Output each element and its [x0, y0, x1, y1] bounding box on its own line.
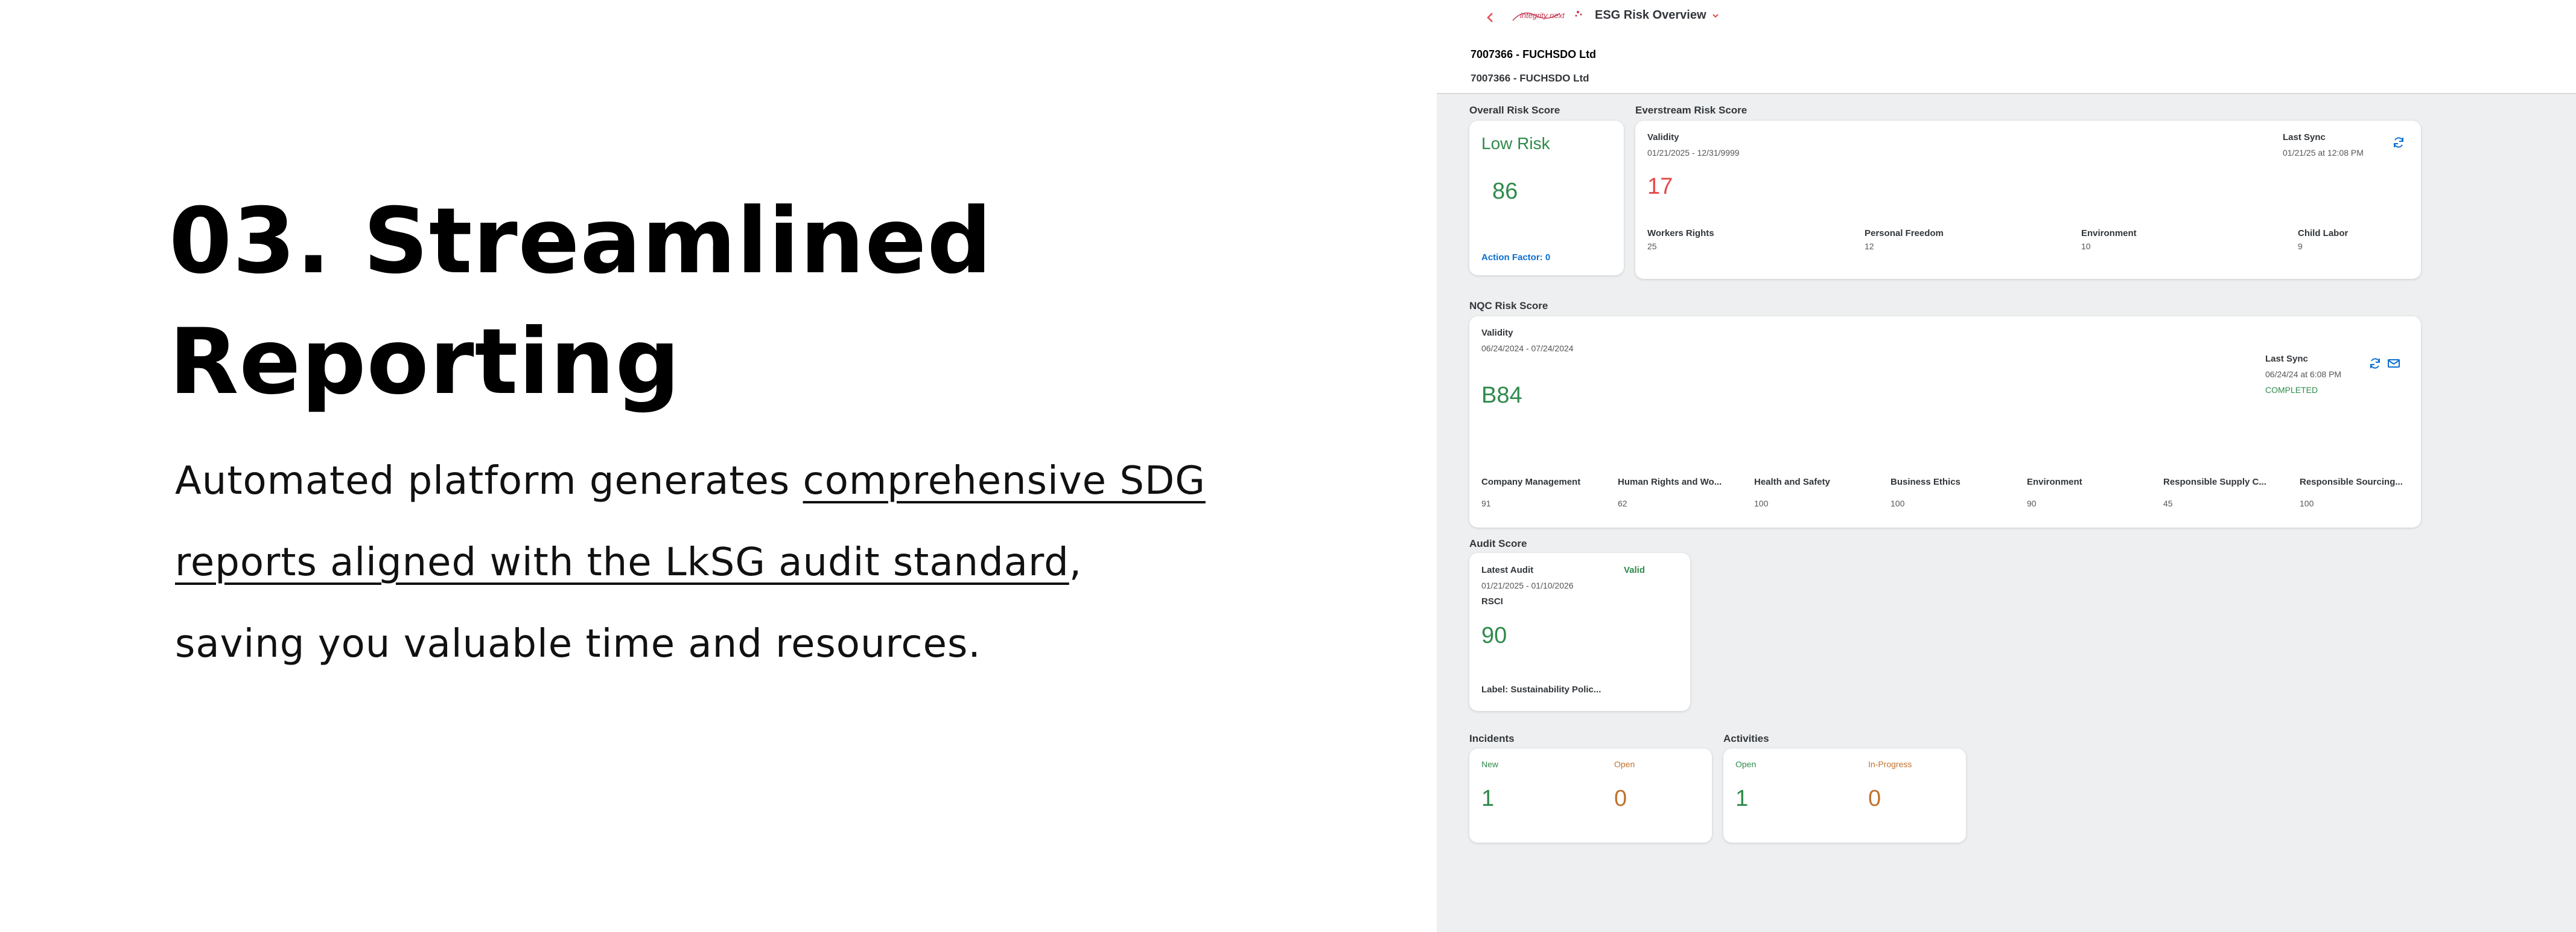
validity-value: 06/24/2024 - 07/24/2024	[1481, 343, 1574, 353]
incidents-new-value: 1	[1481, 786, 1495, 811]
incidents-new-label: New	[1481, 759, 1499, 769]
back-icon[interactable]	[1481, 8, 1499, 27]
validity-label: Validity	[1647, 132, 1679, 142]
metric-value: 100	[1754, 499, 1769, 508]
metric-value: 100	[1891, 499, 1905, 508]
refresh-icon[interactable]	[2391, 135, 2406, 150]
metric-value: 25	[1647, 241, 1657, 251]
svg-text:integrity next: integrity next	[1520, 11, 1565, 20]
description-text-start: Automated platform generates	[175, 459, 803, 503]
metric-value: 9	[2298, 241, 2303, 251]
audit-label-text: Label: Sustainability Polic...	[1481, 685, 1601, 695]
object-title: 7007366 - FUCHSDO Ltd	[1471, 48, 1597, 60]
everstream-card[interactable]: Validity 01/21/2025 - 12/31/9999 17 Last…	[1635, 121, 2421, 279]
metric-value: 100	[2300, 499, 2314, 508]
everstream-heading: Everstream Risk Score	[1635, 104, 1748, 116]
metric-label: Environment	[2081, 228, 2137, 238]
sync-status: COMPLETED	[2265, 385, 2318, 395]
metric-label: Responsible Sourcing...	[2300, 477, 2403, 487]
audit-validity-status: Valid	[1624, 565, 1646, 575]
activities-heading: Activities	[1723, 733, 1769, 744]
audit-heading: Audit Score	[1469, 538, 1527, 549]
latest-audit-label: Latest Audit	[1481, 565, 1534, 575]
metric-label: Business Ethics	[1891, 477, 1961, 487]
metric-value: 90	[2027, 499, 2037, 508]
audit-card[interactable]: Latest Audit Valid 01/21/2025 - 01/10/20…	[1469, 553, 1690, 711]
object-subtitle: 7007366 - FUCHSDO Ltd	[1471, 72, 1589, 84]
incidents-open-label: Open	[1614, 759, 1635, 769]
metric-label: Personal Freedom	[1865, 228, 1944, 238]
last-sync-label: Last Sync	[2265, 354, 2308, 364]
incidents-card[interactable]: New 1 Open 0	[1469, 748, 1712, 843]
nqc-heading: NQC Risk Score	[1469, 300, 1548, 311]
last-sync-label: Last Sync	[2283, 132, 2326, 142]
activities-open-value: 1	[1735, 786, 1749, 811]
overall-risk-heading: Overall Risk Score	[1469, 104, 1560, 116]
metric-value: 45	[2163, 499, 2173, 508]
chevron-down-icon	[1712, 13, 1719, 18]
mail-icon[interactable]	[2387, 356, 2401, 371]
metric-label: Environment	[2027, 477, 2082, 487]
activities-card[interactable]: Open 1 In-Progress 0	[1723, 748, 1966, 843]
nqc-score: B84	[1481, 383, 1522, 408]
metric-label: Workers Rights	[1647, 228, 1714, 238]
nqc-card[interactable]: Validity 06/24/2024 - 07/24/2024 B84 Las…	[1469, 316, 2421, 528]
slide-description: Automated platform generates comprehensi…	[175, 441, 1213, 685]
metric-label: Responsible Supply C...	[2163, 477, 2266, 487]
overall-score: 86	[1492, 179, 1518, 204]
metric-value: 12	[1865, 241, 1874, 251]
app-title-menu[interactable]: ESG Risk Overview	[1595, 8, 1720, 22]
audit-date-range: 01/21/2025 - 01/10/2026	[1481, 581, 1574, 590]
incidents-open-value: 0	[1614, 786, 1627, 811]
overall-risk-card[interactable]: Low Risk 86 Action Factor: 0	[1469, 121, 1624, 275]
esg-app-panel: integrity next ESG Risk Overview 7007366…	[1437, 0, 2576, 932]
risk-level-label: Low Risk	[1481, 134, 1550, 153]
metric-label: Child Labor	[2298, 228, 2349, 238]
metric-label: Health and Safety	[1754, 477, 1830, 487]
incidents-heading: Incidents	[1469, 733, 1515, 744]
validity-label: Validity	[1481, 328, 1513, 338]
metric-value: 62	[1618, 499, 1627, 508]
app-header: integrity next ESG Risk Overview 7007366…	[1437, 0, 2576, 94]
refresh-icon[interactable]	[2368, 356, 2382, 371]
last-sync-value: 01/21/25 at 12:08 PM	[2283, 148, 2364, 158]
activities-progress-value: 0	[1868, 786, 1881, 811]
everstream-score: 17	[1647, 174, 1673, 199]
metric-value: 91	[1481, 499, 1491, 508]
activities-progress-label: In-Progress	[1868, 759, 1912, 769]
activities-open-label: Open	[1735, 759, 1757, 769]
metric-label: Human Rights and Wo...	[1618, 477, 1722, 487]
action-factor-link[interactable]: Action Factor: 0	[1481, 252, 1550, 263]
metric-value: 10	[2081, 241, 2091, 251]
last-sync-value: 06/24/24 at 6:08 PM	[2265, 369, 2342, 379]
app-title-text: ESG Risk Overview	[1595, 8, 1706, 22]
audit-type: RSCI	[1481, 596, 1503, 607]
audit-score: 90	[1481, 623, 1507, 648]
slide-title: 03. Streamlined Reporting	[169, 189, 993, 415]
validity-value: 01/21/2025 - 12/31/9999	[1647, 148, 1740, 158]
metric-label: Company Management	[1481, 477, 1581, 487]
company-logo: integrity next	[1512, 11, 1582, 21]
